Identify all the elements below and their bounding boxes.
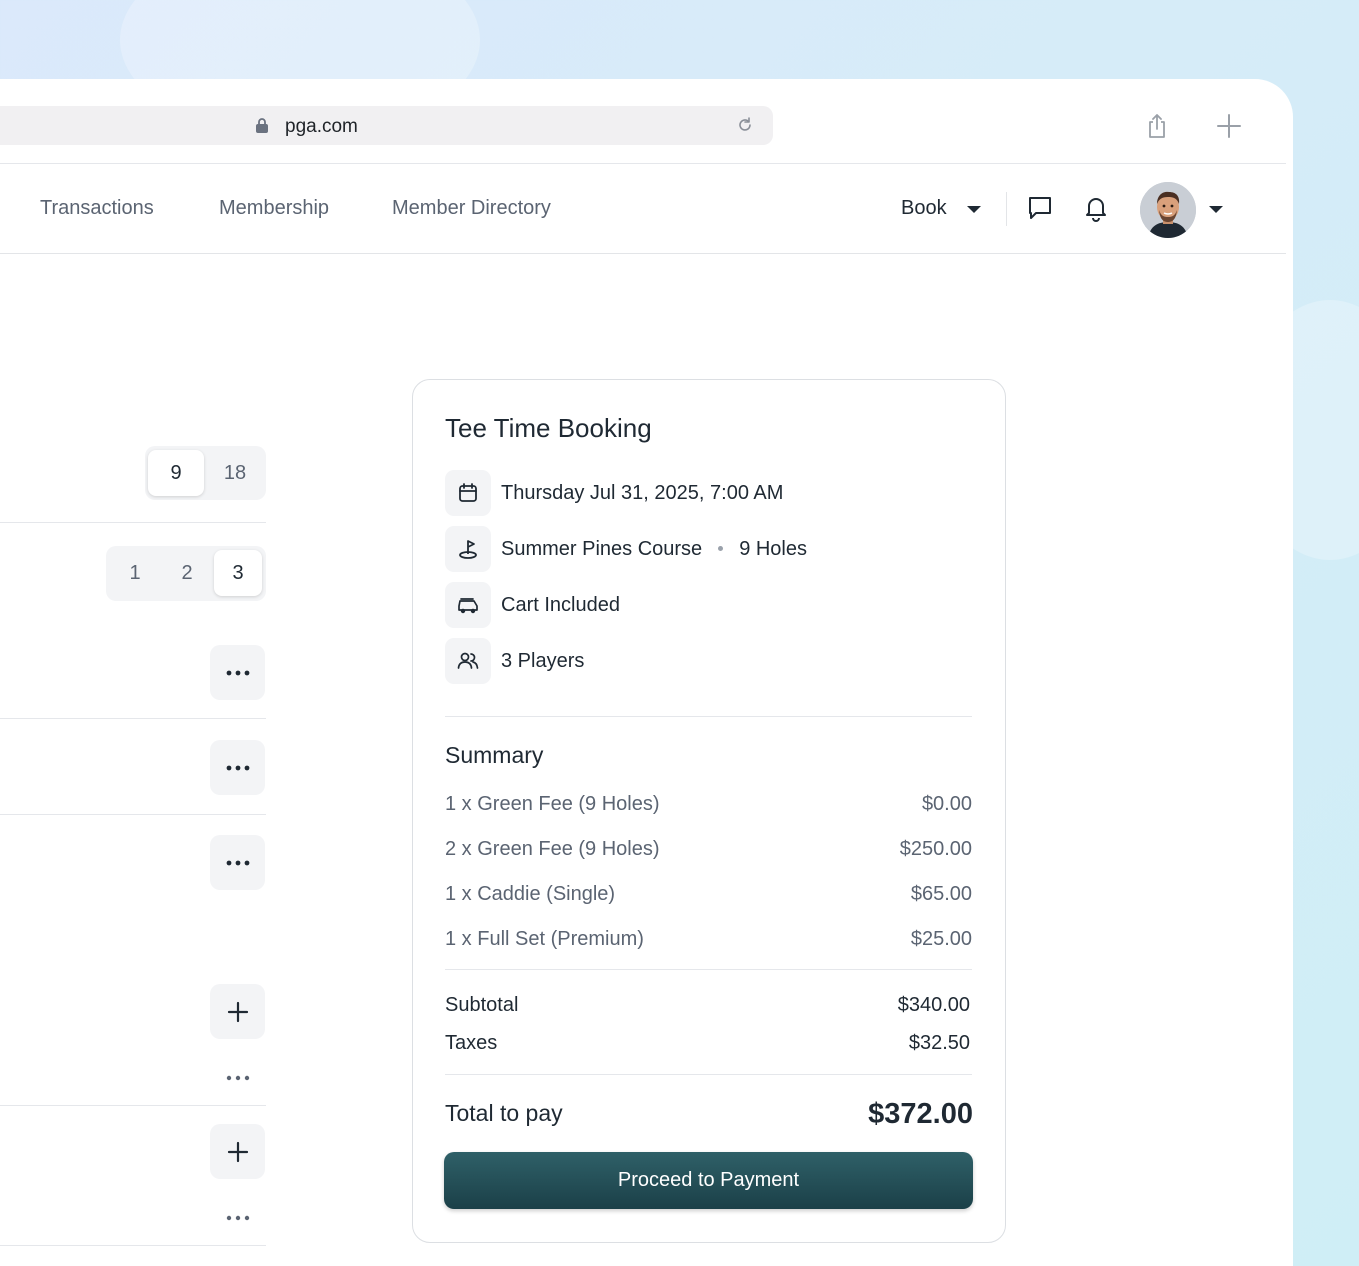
line-item-label: 1 x Caddie (Single) <box>445 883 616 905</box>
holes-count: 9 Holes <box>739 538 807 560</box>
user-avatar-icon <box>1140 182 1196 238</box>
total-label: Total to pay <box>445 1100 563 1126</box>
players-text: 3 Players <box>501 650 585 672</box>
more-dots-icon[interactable] <box>226 1074 250 1082</box>
players-toggle: 1 2 3 <box>106 546 266 601</box>
holes-option-9[interactable]: 9 <box>148 450 204 496</box>
more-dots-icon <box>226 670 249 675</box>
line-item-amount: $0.00 <box>921 793 972 815</box>
book-chevron-down-icon[interactable] <box>967 206 981 213</box>
avatar[interactable] <box>1140 182 1196 238</box>
booking-players: 3 Players <box>445 638 985 684</box>
app-navbar: Transactions Membership Member Directory… <box>0 164 1286 254</box>
summary-title: Summary <box>445 742 544 768</box>
booking-card: Tee Time Booking Thursday Jul 31, 2025, … <box>412 379 1006 1243</box>
summary-line-item: 1 x Green Fee (9 Holes) $0.00 <box>445 793 972 816</box>
nav-member-directory[interactable]: Member Directory <box>392 197 551 220</box>
nav-transactions[interactable]: Transactions <box>40 197 154 220</box>
line-item-label: 1 x Green Fee (9 Holes) <box>445 793 660 815</box>
separator-dot <box>718 545 724 551</box>
line-item-amount: $25.00 <box>910 928 972 950</box>
subtotal-row: Subtotal $340.00 <box>445 994 972 1017</box>
more-options-button[interactable] <box>210 645 265 700</box>
nav-divider <box>1006 192 1007 226</box>
taxes-label: Taxes <box>445 1032 498 1054</box>
cart-text: Cart Included <box>501 594 620 616</box>
plus-icon <box>227 1141 248 1162</box>
add-button[interactable] <box>210 1124 265 1179</box>
booking-cart: Cart Included <box>445 582 985 628</box>
players-option-2[interactable]: 2 <box>162 550 212 596</box>
add-button[interactable] <box>210 984 265 1039</box>
browser-toolbar: pga.com <box>0 79 1286 164</box>
reload-icon[interactable] <box>735 115 755 135</box>
users-icon <box>445 638 491 684</box>
line-item-label: 2 x Green Fee (9 Holes) <box>445 838 660 860</box>
book-dropdown[interactable]: Book <box>901 197 947 220</box>
holes-option-18[interactable]: 18 <box>207 450 263 496</box>
taxes-row: Taxes $32.50 <box>445 1032 972 1055</box>
booking-course: Summer Pines Course 9 Holes <box>445 526 985 572</box>
bell-icon[interactable] <box>1082 194 1110 222</box>
divider <box>0 522 266 523</box>
divider <box>445 969 972 970</box>
url-text: pga.com <box>285 116 358 137</box>
divider <box>0 814 266 815</box>
address-bar[interactable]: pga.com <box>0 106 773 145</box>
more-options-button[interactable] <box>210 740 265 795</box>
summary-line-item: 1 x Full Set (Premium) $25.00 <box>445 928 972 951</box>
more-dots-icon[interactable] <box>226 1214 250 1222</box>
divider <box>445 716 972 717</box>
more-options-button[interactable] <box>210 835 265 890</box>
course-name: Summer Pines Course <box>501 538 703 560</box>
total-amount: $372.00 <box>868 1098 973 1130</box>
divider <box>445 1074 972 1075</box>
golf-flag-icon <box>445 526 491 572</box>
line-item-amount: $250.00 <box>899 838 972 860</box>
more-dots-icon <box>226 765 249 770</box>
summary-line-item: 1 x Caddie (Single) $65.00 <box>445 883 972 906</box>
subtotal-amount: $340.00 <box>897 994 970 1016</box>
line-item-label: 1 x Full Set (Premium) <box>445 928 644 950</box>
booking-title: Tee Time Booking <box>445 413 652 443</box>
plus-icon[interactable] <box>1216 113 1242 139</box>
holes-toggle: 9 18 <box>145 446 266 500</box>
browser-window: pga.com Transactions Membership Member D… <box>0 79 1293 1266</box>
lock-icon <box>256 118 268 133</box>
chat-icon[interactable] <box>1026 194 1054 222</box>
summary-line-item: 2 x Green Fee (9 Holes) $250.00 <box>445 838 972 861</box>
calendar-icon <box>445 470 491 516</box>
divider <box>0 718 266 719</box>
nav-membership[interactable]: Membership <box>219 197 329 220</box>
chevron-down-icon[interactable] <box>1209 206 1223 213</box>
datetime-text: Thursday Jul 31, 2025, 7:00 AM <box>501 482 784 504</box>
plus-icon <box>227 1001 248 1022</box>
booking-datetime: Thursday Jul 31, 2025, 7:00 AM <box>445 470 985 516</box>
subtotal-label: Subtotal <box>445 994 519 1016</box>
line-item-amount: $65.00 <box>910 883 972 905</box>
players-option-1[interactable]: 1 <box>110 550 160 596</box>
share-icon[interactable] <box>1145 113 1169 139</box>
players-option-3[interactable]: 3 <box>214 550 262 596</box>
divider <box>0 1245 266 1246</box>
more-dots-icon <box>226 860 249 865</box>
proceed-to-payment-button[interactable]: Proceed to Payment <box>444 1152 973 1209</box>
divider <box>0 1105 266 1106</box>
taxes-amount: $32.50 <box>908 1032 970 1054</box>
golf-cart-icon <box>445 582 491 628</box>
